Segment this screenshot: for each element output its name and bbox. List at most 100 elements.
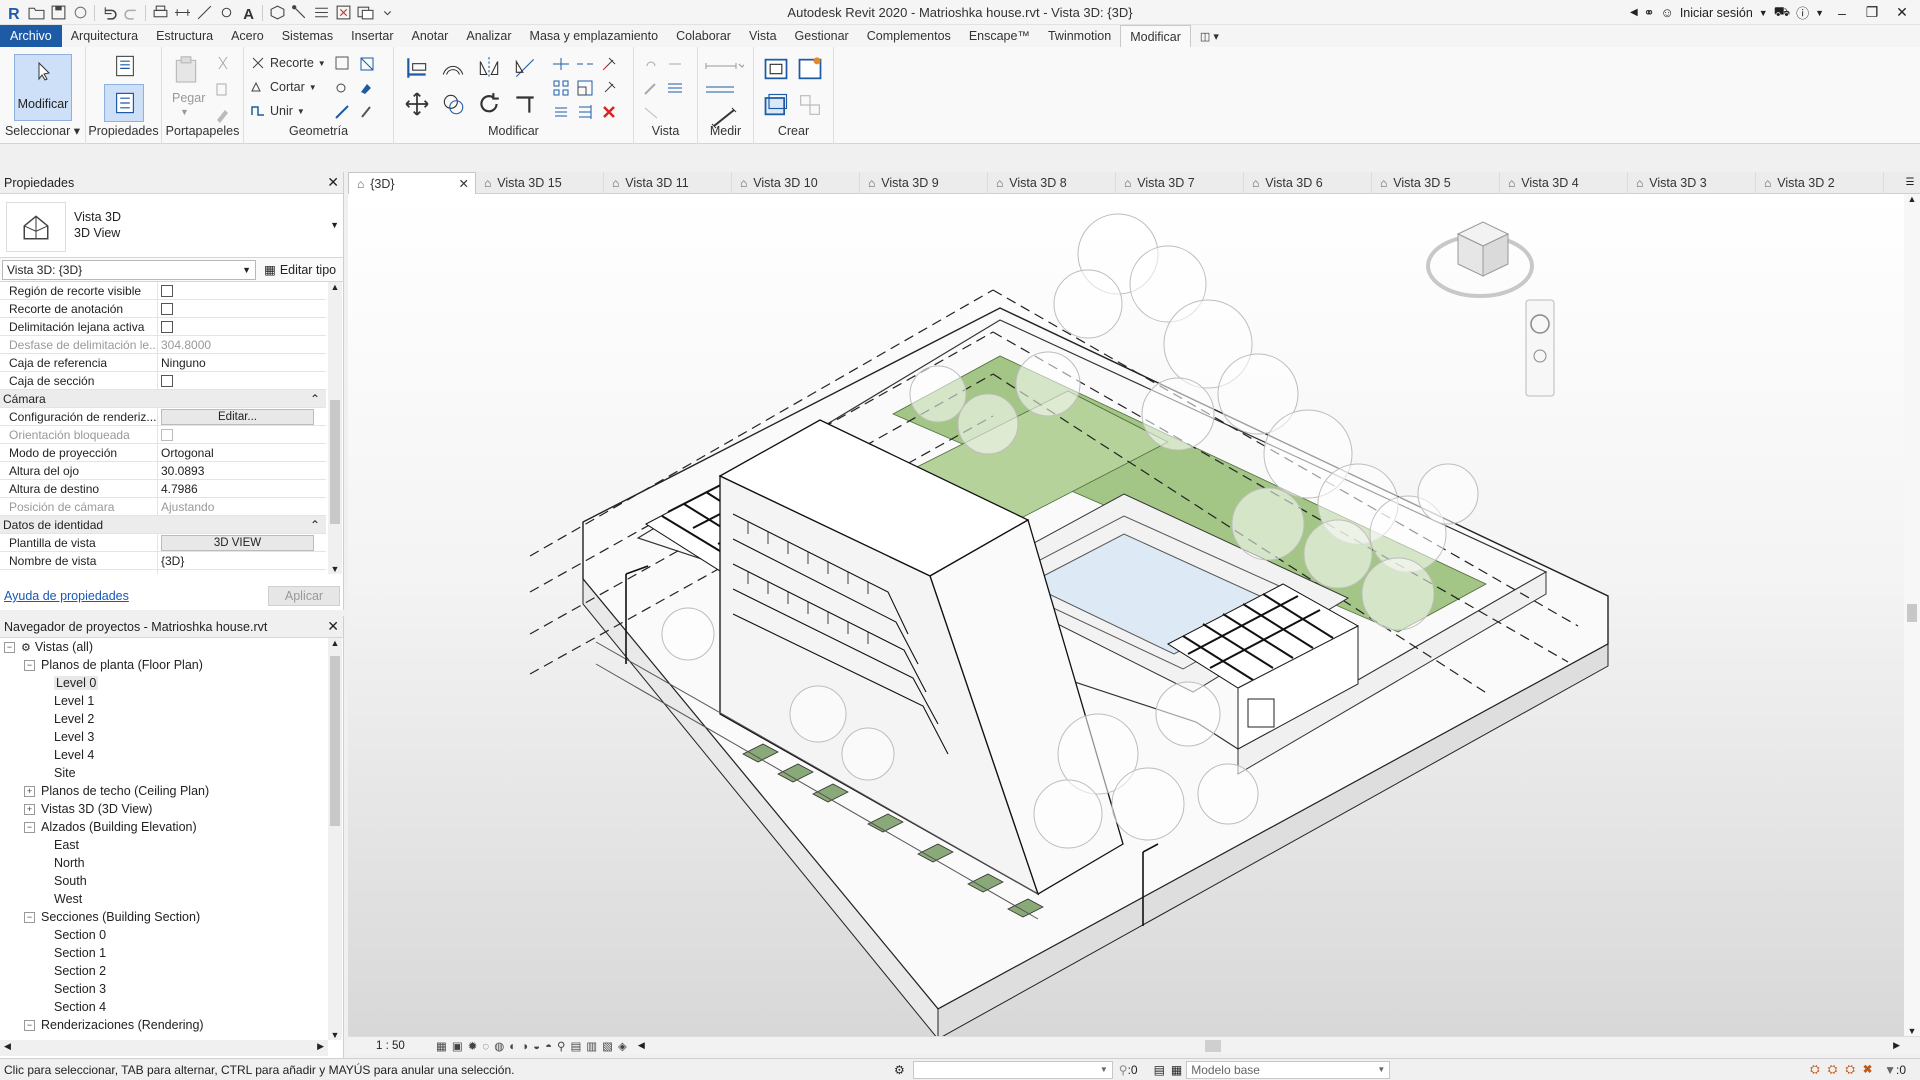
type-selector[interactable]: Vista 3D 3D View ▼ xyxy=(0,194,343,258)
view-tab[interactable]: ⌂ Vista 3D 8 xyxy=(988,172,1116,194)
collapse-icon[interactable]: − xyxy=(4,641,15,653)
view-tab[interactable]: ⌂ {3D} ✕ xyxy=(348,172,476,194)
tree-item[interactable]: South xyxy=(0,872,328,890)
chevron-left-icon[interactable]: ◀ xyxy=(638,1040,645,1051)
scroll-down-icon[interactable]: ▼ xyxy=(1904,1026,1920,1036)
tree-item[interactable]: Site xyxy=(0,764,328,782)
scroll-down-icon[interactable]: ▼ xyxy=(328,564,342,574)
tree-item[interactable]: Section 2 xyxy=(0,962,328,980)
create-similar-icon[interactable] xyxy=(794,89,826,121)
scroll-right-icon[interactable]: ▶ xyxy=(317,1041,324,1052)
browser-h-scrollbar[interactable]: ◀ ▶ xyxy=(0,1040,328,1056)
pin-icon[interactable] xyxy=(598,77,620,99)
cut-clipboard-icon[interactable] xyxy=(212,53,234,75)
tree-item[interactable]: North xyxy=(0,854,328,872)
dimension-list-icon[interactable] xyxy=(704,79,744,101)
create-group-icon[interactable] xyxy=(760,89,792,121)
editable-only-icon[interactable]: ⚲ xyxy=(1119,1063,1128,1077)
copy-clipboard-icon[interactable] xyxy=(212,79,234,101)
view-control-icons[interactable]: ▦▣✹◌◍◐◑◒◓⚲▤▥▧◈ xyxy=(436,1039,632,1053)
cope-button[interactable]: Recorte ▼ xyxy=(250,53,326,73)
tab-systems[interactable]: Sistemas xyxy=(273,25,342,47)
property-group[interactable]: Cámara ⌃ xyxy=(0,390,326,408)
scale-icon[interactable] xyxy=(574,77,596,99)
delete-icon[interactable] xyxy=(598,101,620,123)
workset-selector[interactable]: ▼ xyxy=(912,1060,1113,1079)
collapse-icon[interactable]: − xyxy=(24,821,35,833)
view-tab[interactable]: ⌂ Vista 3D 11 xyxy=(604,172,732,194)
panel-select-label[interactable]: Seleccionar ▾ xyxy=(0,123,85,138)
remove-paint-icon[interactable] xyxy=(356,101,378,123)
collapse-icon[interactable]: − xyxy=(24,1019,35,1031)
navigation-bar[interactable] xyxy=(1525,299,1555,397)
view-scale[interactable]: 1 : 50 xyxy=(376,1040,428,1052)
worksharing-icon[interactable]: ⚙ xyxy=(894,1063,905,1077)
tab-massing-site[interactable]: Masa y emplazamiento xyxy=(521,25,668,47)
expand-icon[interactable]: + xyxy=(24,803,35,815)
view-tab[interactable]: ⌂ Vista 3D 2 xyxy=(1756,172,1884,194)
scroll-down-icon[interactable]: ▼ xyxy=(328,1030,342,1040)
minimize-button[interactable]: – xyxy=(1830,0,1854,25)
tree-item[interactable]: Section 3 xyxy=(0,980,328,998)
tab-view[interactable]: Vista xyxy=(740,25,786,47)
property-group[interactable]: Datos de identidad ⌃ xyxy=(0,516,326,534)
view-tab[interactable]: ⌂ Vista 3D 9 xyxy=(860,172,988,194)
collapse-icon[interactable]: − xyxy=(24,911,35,923)
property-value[interactable]: 4.7986 xyxy=(158,480,326,497)
trim-extend-single-icon[interactable] xyxy=(550,101,572,123)
scroll-thumb[interactable] xyxy=(330,656,340,826)
tree-item[interactable]: East xyxy=(0,836,328,854)
design-options-icon[interactable]: ▤ xyxy=(1154,1063,1165,1077)
restore-button[interactable]: ❐ xyxy=(1860,0,1884,25)
scroll-thumb[interactable] xyxy=(1907,604,1917,622)
tab-steel[interactable]: Acero xyxy=(222,25,273,47)
move-icon[interactable] xyxy=(402,89,432,119)
copy-icon[interactable] xyxy=(438,89,468,119)
split-with-gap-icon[interactable] xyxy=(574,53,596,75)
binoculars-icon[interactable]: ⚭ xyxy=(1644,5,1655,21)
view-tab[interactable]: ⌂ Vista 3D 15 xyxy=(476,172,604,194)
properties-help-link[interactable]: Ayuda de propiedades xyxy=(4,589,129,603)
tree-item[interactable]: Level 4 xyxy=(0,746,328,764)
split-element-icon[interactable] xyxy=(550,53,572,75)
selection-tools-icons[interactable]: ⛭⛭⛭✖ xyxy=(1810,1062,1880,1077)
tab-file[interactable]: Archivo xyxy=(0,25,62,47)
close-icon[interactable]: ✕ xyxy=(459,176,469,191)
split-face-icon[interactable] xyxy=(356,53,378,75)
property-value[interactable]: 30.0893 xyxy=(158,462,326,479)
demolish-icon[interactable] xyxy=(332,77,354,99)
view-tab[interactable]: ⌂ Vista 3D 3 xyxy=(1628,172,1756,194)
tree-item[interactable]: + Planos de techo (Ceiling Plan) xyxy=(0,782,328,800)
line-pattern-icon[interactable] xyxy=(664,77,686,99)
scroll-right-icon[interactable]: ▶ xyxy=(1893,1040,1900,1051)
view-tab[interactable]: ⌂ Vista 3D 10 xyxy=(732,172,860,194)
tab-architecture[interactable]: Arquitectura xyxy=(62,25,147,47)
collapse-icon[interactable]: ⌃ xyxy=(310,392,320,406)
viewcube[interactable] xyxy=(1426,221,1534,298)
tab-enscape[interactable]: Enscape™ xyxy=(960,25,1039,47)
h-scroll-thumb[interactable] xyxy=(1204,1039,1221,1052)
tab-twinmotion[interactable]: Twinmotion xyxy=(1039,25,1120,47)
contextual-tab-toggle[interactable]: ◫ ▾ xyxy=(1191,25,1228,47)
view-tab[interactable]: ⌂ Vista 3D 7 xyxy=(1116,172,1244,194)
filter-icon[interactable]: ▼ xyxy=(1884,1063,1896,1077)
tree-item[interactable]: + Vistas 3D (3D View) xyxy=(0,800,328,818)
checkbox[interactable] xyxy=(161,374,173,387)
checkbox[interactable] xyxy=(161,320,173,333)
chevron-down-icon[interactable]: ▼ xyxy=(1759,8,1768,18)
properties-button[interactable] xyxy=(104,84,144,122)
view-tab[interactable]: ⌂ Vista 3D 6 xyxy=(1244,172,1372,194)
wall-profile-icon[interactable] xyxy=(332,101,354,123)
array-icon[interactable] xyxy=(550,77,572,99)
tree-item[interactable]: Section 0 xyxy=(0,926,328,944)
close-icon[interactable]: ✕ xyxy=(327,618,339,635)
tab-modify[interactable]: Modificar xyxy=(1120,25,1191,47)
collapse-icon[interactable]: − xyxy=(24,659,35,671)
match-properties-icon[interactable] xyxy=(212,103,234,125)
scroll-up-icon[interactable]: ▲ xyxy=(1904,194,1920,204)
modify-select-button[interactable]: Modificar xyxy=(14,54,72,121)
edit-type-button[interactable]: ▦ Editar tipo xyxy=(264,262,336,278)
measure-distance-icon[interactable] xyxy=(704,55,744,77)
scroll-up-icon[interactable]: ▲ xyxy=(328,638,342,648)
close-icon[interactable]: ✕ xyxy=(327,174,339,191)
